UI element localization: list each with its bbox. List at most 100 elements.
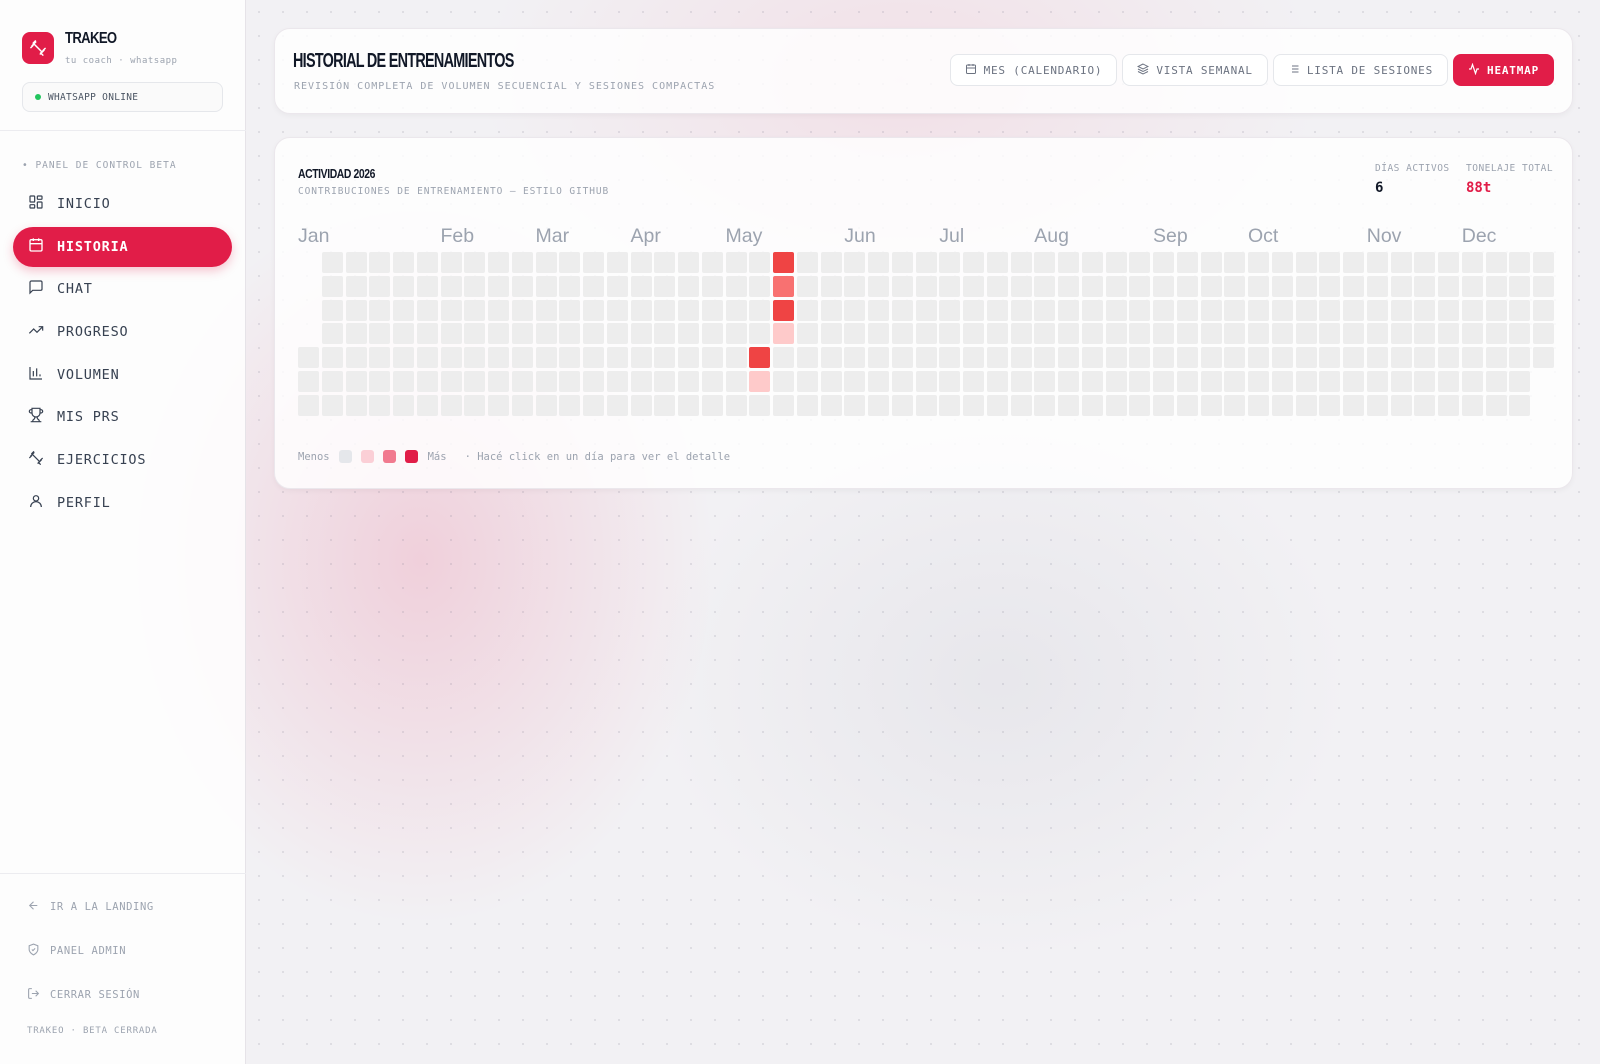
heatmap-day-cell[interactable] — [1319, 299, 1341, 321]
heatmap-day-cell[interactable] — [559, 347, 581, 368]
heatmap-day-cell[interactable] — [725, 347, 747, 368]
heatmap-day-cell[interactable] — [678, 394, 699, 416]
heatmap-day-cell[interactable] — [1200, 323, 1222, 345]
heatmap-day-cell[interactable] — [1058, 394, 1079, 416]
heatmap-day-cell[interactable] — [345, 299, 367, 321]
heatmap-day-cell[interactable] — [369, 299, 391, 321]
heatmap-day-cell[interactable] — [963, 252, 984, 273]
heatmap-day-cell[interactable] — [559, 252, 581, 273]
heatmap-day-cell[interactable] — [773, 370, 794, 392]
heatmap-day-cell[interactable] — [464, 323, 486, 345]
heatmap-day-cell[interactable] — [796, 347, 818, 368]
heatmap-day-cell[interactable] — [1485, 370, 1507, 392]
heatmap-day-cell[interactable] — [1485, 394, 1507, 416]
heatmap-day-cell[interactable] — [464, 394, 486, 416]
heatmap-day-cell[interactable] — [1295, 370, 1317, 392]
heatmap-day-cell[interactable] — [1271, 252, 1293, 273]
heatmap-day-cell[interactable] — [440, 394, 462, 416]
heatmap-day-cell[interactable] — [1153, 299, 1174, 321]
heatmap-day-cell[interactable] — [1058, 275, 1079, 297]
heatmap-day-cell[interactable] — [1200, 394, 1222, 416]
heatmap-day-cell[interactable] — [939, 299, 961, 321]
heatmap-day-cell[interactable] — [440, 275, 462, 297]
heatmap-day-cell[interactable] — [345, 323, 367, 345]
heatmap-day-cell[interactable] — [1295, 394, 1317, 416]
heatmap-day-cell[interactable] — [1343, 252, 1364, 273]
heatmap-day-cell[interactable] — [369, 370, 391, 392]
heatmap-day-cell[interactable] — [915, 347, 937, 368]
heatmap-day-cell[interactable] — [559, 299, 581, 321]
heatmap-day-cell[interactable] — [915, 252, 937, 273]
heatmap-day-cell[interactable] — [844, 370, 866, 392]
heatmap-day-cell[interactable] — [749, 323, 771, 345]
heatmap-day-cell[interactable] — [369, 275, 391, 297]
heatmap-day-cell[interactable] — [393, 299, 414, 321]
heatmap-day-cell[interactable] — [535, 323, 557, 345]
heatmap-day-cell[interactable] — [1010, 394, 1032, 416]
heatmap-day-cell[interactable] — [1248, 370, 1269, 392]
sidebar-item-historia[interactable]: HISTORIA — [13, 226, 232, 267]
heatmap-day-cell[interactable] — [1461, 394, 1483, 416]
heatmap-day-cell[interactable] — [464, 299, 486, 321]
heatmap-day-cell[interactable] — [345, 370, 367, 392]
heatmap-day-cell[interactable] — [773, 275, 794, 297]
heatmap-day-cell[interactable] — [986, 370, 1008, 392]
heatmap-day-cell[interactable] — [1224, 252, 1246, 273]
heatmap-day-cell[interactable] — [1224, 347, 1246, 368]
heatmap-day-cell[interactable] — [1105, 299, 1127, 321]
heatmap-day-cell[interactable] — [1390, 394, 1412, 416]
heatmap-day-cell[interactable] — [939, 275, 961, 297]
heatmap-day-cell[interactable] — [583, 347, 604, 368]
heatmap-day-cell[interactable] — [630, 275, 652, 297]
heatmap-day-cell[interactable] — [1461, 370, 1483, 392]
heatmap-day-cell[interactable] — [1366, 299, 1388, 321]
heatmap-day-cell[interactable] — [1224, 323, 1246, 345]
heatmap-day-cell[interactable] — [1366, 394, 1388, 416]
heatmap-day-cell[interactable] — [1390, 347, 1412, 368]
heatmap-day-cell[interactable] — [1010, 323, 1032, 345]
heatmap-day-cell[interactable] — [1105, 394, 1127, 416]
heatmap-day-cell[interactable] — [1058, 370, 1079, 392]
heatmap-day-cell[interactable] — [1176, 394, 1198, 416]
heatmap-day-cell[interactable] — [701, 347, 723, 368]
heatmap-day-cell[interactable] — [511, 299, 533, 321]
heatmap-day-cell[interactable] — [559, 394, 581, 416]
heatmap-day-cell[interactable] — [1295, 299, 1317, 321]
heatmap-day-cell[interactable] — [1509, 299, 1531, 321]
heatmap-day-cell[interactable] — [1034, 347, 1056, 368]
heatmap-day-cell[interactable] — [868, 394, 889, 416]
heatmap-day-cell[interactable] — [1414, 275, 1436, 297]
heatmap-day-cell[interactable] — [678, 275, 699, 297]
heatmap-day-cell[interactable] — [678, 323, 699, 345]
heatmap-day-cell[interactable] — [1224, 275, 1246, 297]
heatmap-day-cell[interactable] — [345, 252, 367, 273]
heatmap-day-cell[interactable] — [1129, 347, 1151, 368]
heatmap-day-cell[interactable] — [1509, 252, 1531, 273]
heatmap-day-cell[interactable] — [986, 347, 1008, 368]
landing-link[interactable]: IR A LA LANDING — [27, 899, 154, 915]
heatmap-day-cell[interactable] — [1390, 370, 1412, 392]
heatmap-day-cell[interactable] — [725, 394, 747, 416]
heatmap-day-cell[interactable] — [749, 299, 771, 321]
heatmap-day-cell[interactable] — [488, 323, 509, 345]
heatmap-day-cell[interactable] — [1438, 252, 1459, 273]
heatmap-day-cell[interactable] — [915, 394, 937, 416]
heatmap-day-cell[interactable] — [511, 394, 533, 416]
heatmap-day-cell[interactable] — [915, 323, 937, 345]
heatmap-day-cell[interactable] — [1081, 347, 1103, 368]
heatmap-day-cell[interactable] — [1176, 323, 1198, 345]
heatmap-day-cell[interactable] — [1248, 394, 1269, 416]
heatmap-day-cell[interactable] — [678, 252, 699, 273]
heatmap-day-cell[interactable] — [963, 394, 984, 416]
heatmap-day-cell[interactable] — [511, 370, 533, 392]
heatmap-day-cell[interactable] — [1438, 323, 1459, 345]
heatmap-day-cell[interactable] — [939, 370, 961, 392]
heatmap-day-cell[interactable] — [1200, 370, 1222, 392]
heatmap-day-cell[interactable] — [583, 323, 604, 345]
heatmap-day-cell[interactable] — [1438, 299, 1459, 321]
heatmap-day-cell[interactable] — [868, 347, 889, 368]
heatmap-day-cell[interactable] — [1366, 252, 1388, 273]
heatmap-day-cell[interactable] — [749, 347, 771, 368]
heatmap-day-cell[interactable] — [796, 323, 818, 345]
heatmap-day-cell[interactable] — [844, 347, 866, 368]
